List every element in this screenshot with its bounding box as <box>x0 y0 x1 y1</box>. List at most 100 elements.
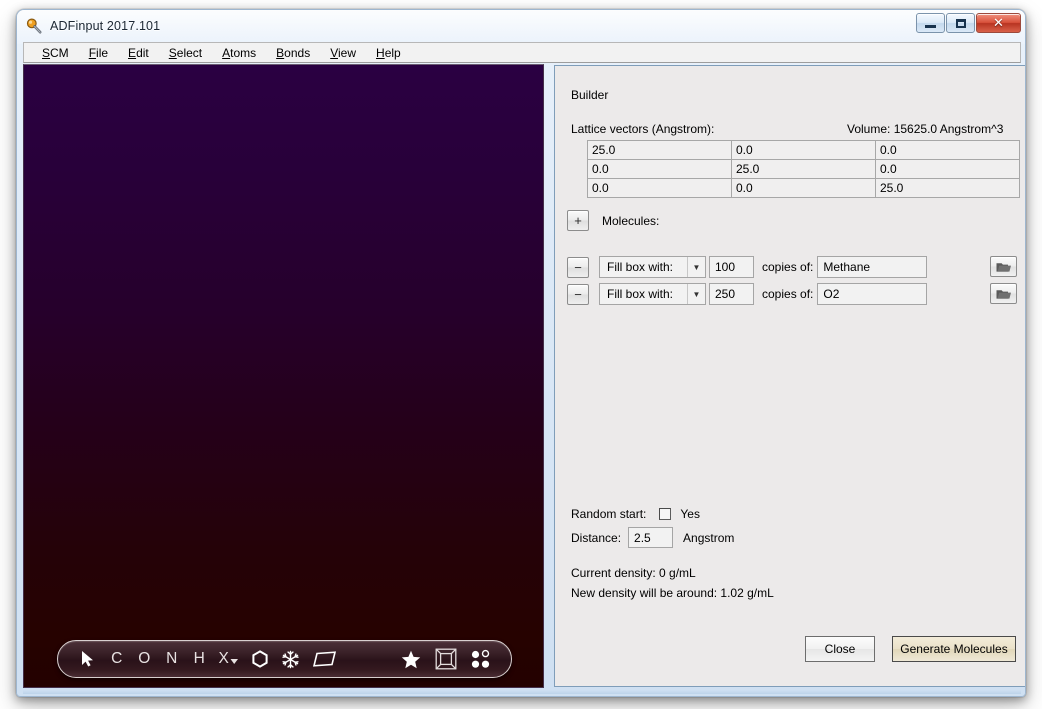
carbon-tool[interactable]: C <box>103 646 130 672</box>
plane-tool[interactable] <box>307 646 344 672</box>
random-start-checkbox[interactable] <box>659 508 672 520</box>
close-button[interactable]: ✕ <box>976 13 1021 33</box>
menu-mnemonic: A <box>222 45 231 60</box>
current-density-label: Current density: 0 g/mL <box>571 566 696 580</box>
fill-mode-select-2[interactable]: Fill box with: ▼ <box>599 283 706 305</box>
molecule-name-input-1[interactable]: Methane <box>817 256 928 278</box>
menu-item-help[interactable]: Help <box>366 44 411 62</box>
random-start-yes-label: Yes <box>680 507 700 521</box>
browse-molecule-button-2[interactable] <box>990 283 1017 304</box>
panel-heading: Builder <box>571 88 609 102</box>
molecule-toolbar: C O N H X <box>57 640 512 678</box>
maximize-button[interactable] <box>946 13 975 33</box>
fill-mode-value-1: Fill box with: <box>607 260 674 274</box>
folder-icon <box>996 262 1011 272</box>
add-molecule-button[interactable]: + <box>567 210 589 231</box>
menu-mnemonic: V <box>330 45 338 60</box>
chevron-down-icon <box>230 659 238 664</box>
window-controls: ✕ <box>916 13 1021 33</box>
chevron-down-icon: ▼ <box>687 284 705 304</box>
lattice-cell-b1[interactable]: 0.0 <box>587 159 732 179</box>
volume-label: Volume: 15625.0 Angstrom^3 <box>847 122 1004 136</box>
client-area: C O N H X Builder Lattice vectors (Angst… <box>23 64 1025 691</box>
lattice-cell-c2[interactable]: 0.0 <box>731 178 876 198</box>
lattice-cell-a2[interactable]: 0.0 <box>731 140 876 160</box>
minimize-button[interactable] <box>916 13 945 33</box>
menu-item-bonds[interactable]: Bonds <box>266 44 320 62</box>
molecule-row-2: − Fill box with: ▼ 250 copies of: O2 <box>567 283 928 305</box>
lattice-vectors-table: 25.0 0.0 0.0 0.0 25.0 0.0 0.0 0.0 25.0 <box>587 140 1020 198</box>
lattice-cell-a3[interactable]: 0.0 <box>875 140 1020 160</box>
remove-molecule-button-1[interactable]: − <box>567 256 589 278</box>
distance-row: Distance: 2.5 Angstrom <box>571 527 734 548</box>
lattice-cell-c3[interactable]: 25.0 <box>875 178 1020 198</box>
distance-label: Distance: <box>571 530 622 545</box>
favorite-star-tool[interactable] <box>394 646 427 672</box>
menu-rest: onds <box>284 45 311 60</box>
lattice-vectors-label: Lattice vectors (Angstrom): <box>571 122 715 136</box>
menu-bar: SCM File Edit Select Atoms Bonds View He… <box>23 42 1021 63</box>
lattice-cell-c1[interactable]: 0.0 <box>587 178 732 198</box>
nitrogen-tool[interactable]: N <box>158 646 185 672</box>
menu-rest: elp <box>384 45 401 60</box>
distance-unit-label: Angstrom <box>683 530 735 545</box>
remove-molecule-label: − <box>574 259 582 275</box>
fill-mode-select-1[interactable]: Fill box with: ▼ <box>599 256 706 278</box>
adfinput-window: ADFinput 2017.101 ✕ SCM File Edit Select… <box>16 9 1026 697</box>
title-bar: ADFinput 2017.101 ✕ <box>17 10 1025 41</box>
close-icon: ✕ <box>993 15 1004 31</box>
menu-rest: elect <box>176 45 203 60</box>
window-title: ADFinput 2017.101 <box>50 18 161 33</box>
benzene-ring-tool[interactable] <box>244 646 275 672</box>
lattice-cell-a1[interactable]: 25.0 <box>587 140 732 160</box>
copies-of-label-2: copies of: <box>762 287 814 301</box>
select-cursor-icon[interactable] <box>72 646 103 672</box>
periodic-box-tool[interactable] <box>427 646 464 672</box>
lattice-cell-b3[interactable]: 0.0 <box>875 159 1020 179</box>
chevron-down-icon: ▼ <box>687 257 705 277</box>
menu-mnemonic: F <box>88 45 97 60</box>
molecule-name-input-2[interactable]: O2 <box>817 283 928 305</box>
window-status-strip <box>23 690 1021 694</box>
random-start-label: Random start: <box>571 507 647 521</box>
snowflake-structure-tool[interactable] <box>275 646 306 672</box>
generate-molecules-label: Generate Molecules <box>900 642 1008 656</box>
generate-molecules-button[interactable]: Generate Molecules <box>892 636 1016 662</box>
menu-rest: dit <box>136 45 149 60</box>
menu-item-atoms[interactable]: Atoms <box>212 44 266 62</box>
molecule-viewport[interactable]: C O N H X <box>23 64 544 688</box>
fill-mode-value-2: Fill box with: <box>607 287 674 301</box>
table-row: 0.0 25.0 0.0 <box>587 159 1020 179</box>
new-density-label: New density will be around: 1.02 g/mL <box>571 586 774 600</box>
copies-of-label-1: copies of: <box>762 260 814 274</box>
menu-rest: CM <box>50 45 69 60</box>
minimize-icon <box>925 24 936 28</box>
hydrogen-tool[interactable]: H <box>186 646 213 672</box>
maximize-icon <box>955 18 966 28</box>
remove-molecule-button-2[interactable]: − <box>567 283 589 305</box>
oxygen-tool[interactable]: O <box>131 646 158 672</box>
menu-item-file[interactable]: File <box>79 44 118 62</box>
copies-count-input-2[interactable]: 250 <box>709 283 754 305</box>
close-button-label: Close <box>824 642 856 656</box>
molecule-row-1: − Fill box with: ▼ 100 copies of: Methan… <box>567 256 928 278</box>
distance-input[interactable]: 2.5 <box>628 527 674 548</box>
table-row: 25.0 0.0 0.0 <box>587 140 1020 160</box>
menu-rest: iew <box>338 45 357 60</box>
lattice-cell-b2[interactable]: 25.0 <box>731 159 876 179</box>
desktop-background: ADFinput 2017.101 ✕ SCM File Edit Select… <box>0 0 1042 709</box>
menu-item-edit[interactable]: Edit <box>118 44 159 62</box>
menu-item-select[interactable]: Select <box>159 44 212 62</box>
browse-molecule-button-1[interactable] <box>990 256 1017 277</box>
copies-count-input-1[interactable]: 100 <box>709 256 754 278</box>
other-element-tool[interactable]: X <box>213 646 244 672</box>
random-start-row: Random start: Yes <box>571 507 700 521</box>
menu-mnemonic: B <box>276 45 285 60</box>
menu-item-view[interactable]: View <box>320 44 366 62</box>
magnifier-icon <box>25 17 43 35</box>
menu-item-scm[interactable]: SCM <box>32 44 79 62</box>
builder-panel: Builder Lattice vectors (Angstrom): Volu… <box>554 65 1025 687</box>
atoms-dots-tool[interactable] <box>464 646 497 672</box>
close-button-dialog[interactable]: Close <box>805 636 875 662</box>
remove-molecule-label: − <box>574 286 582 302</box>
